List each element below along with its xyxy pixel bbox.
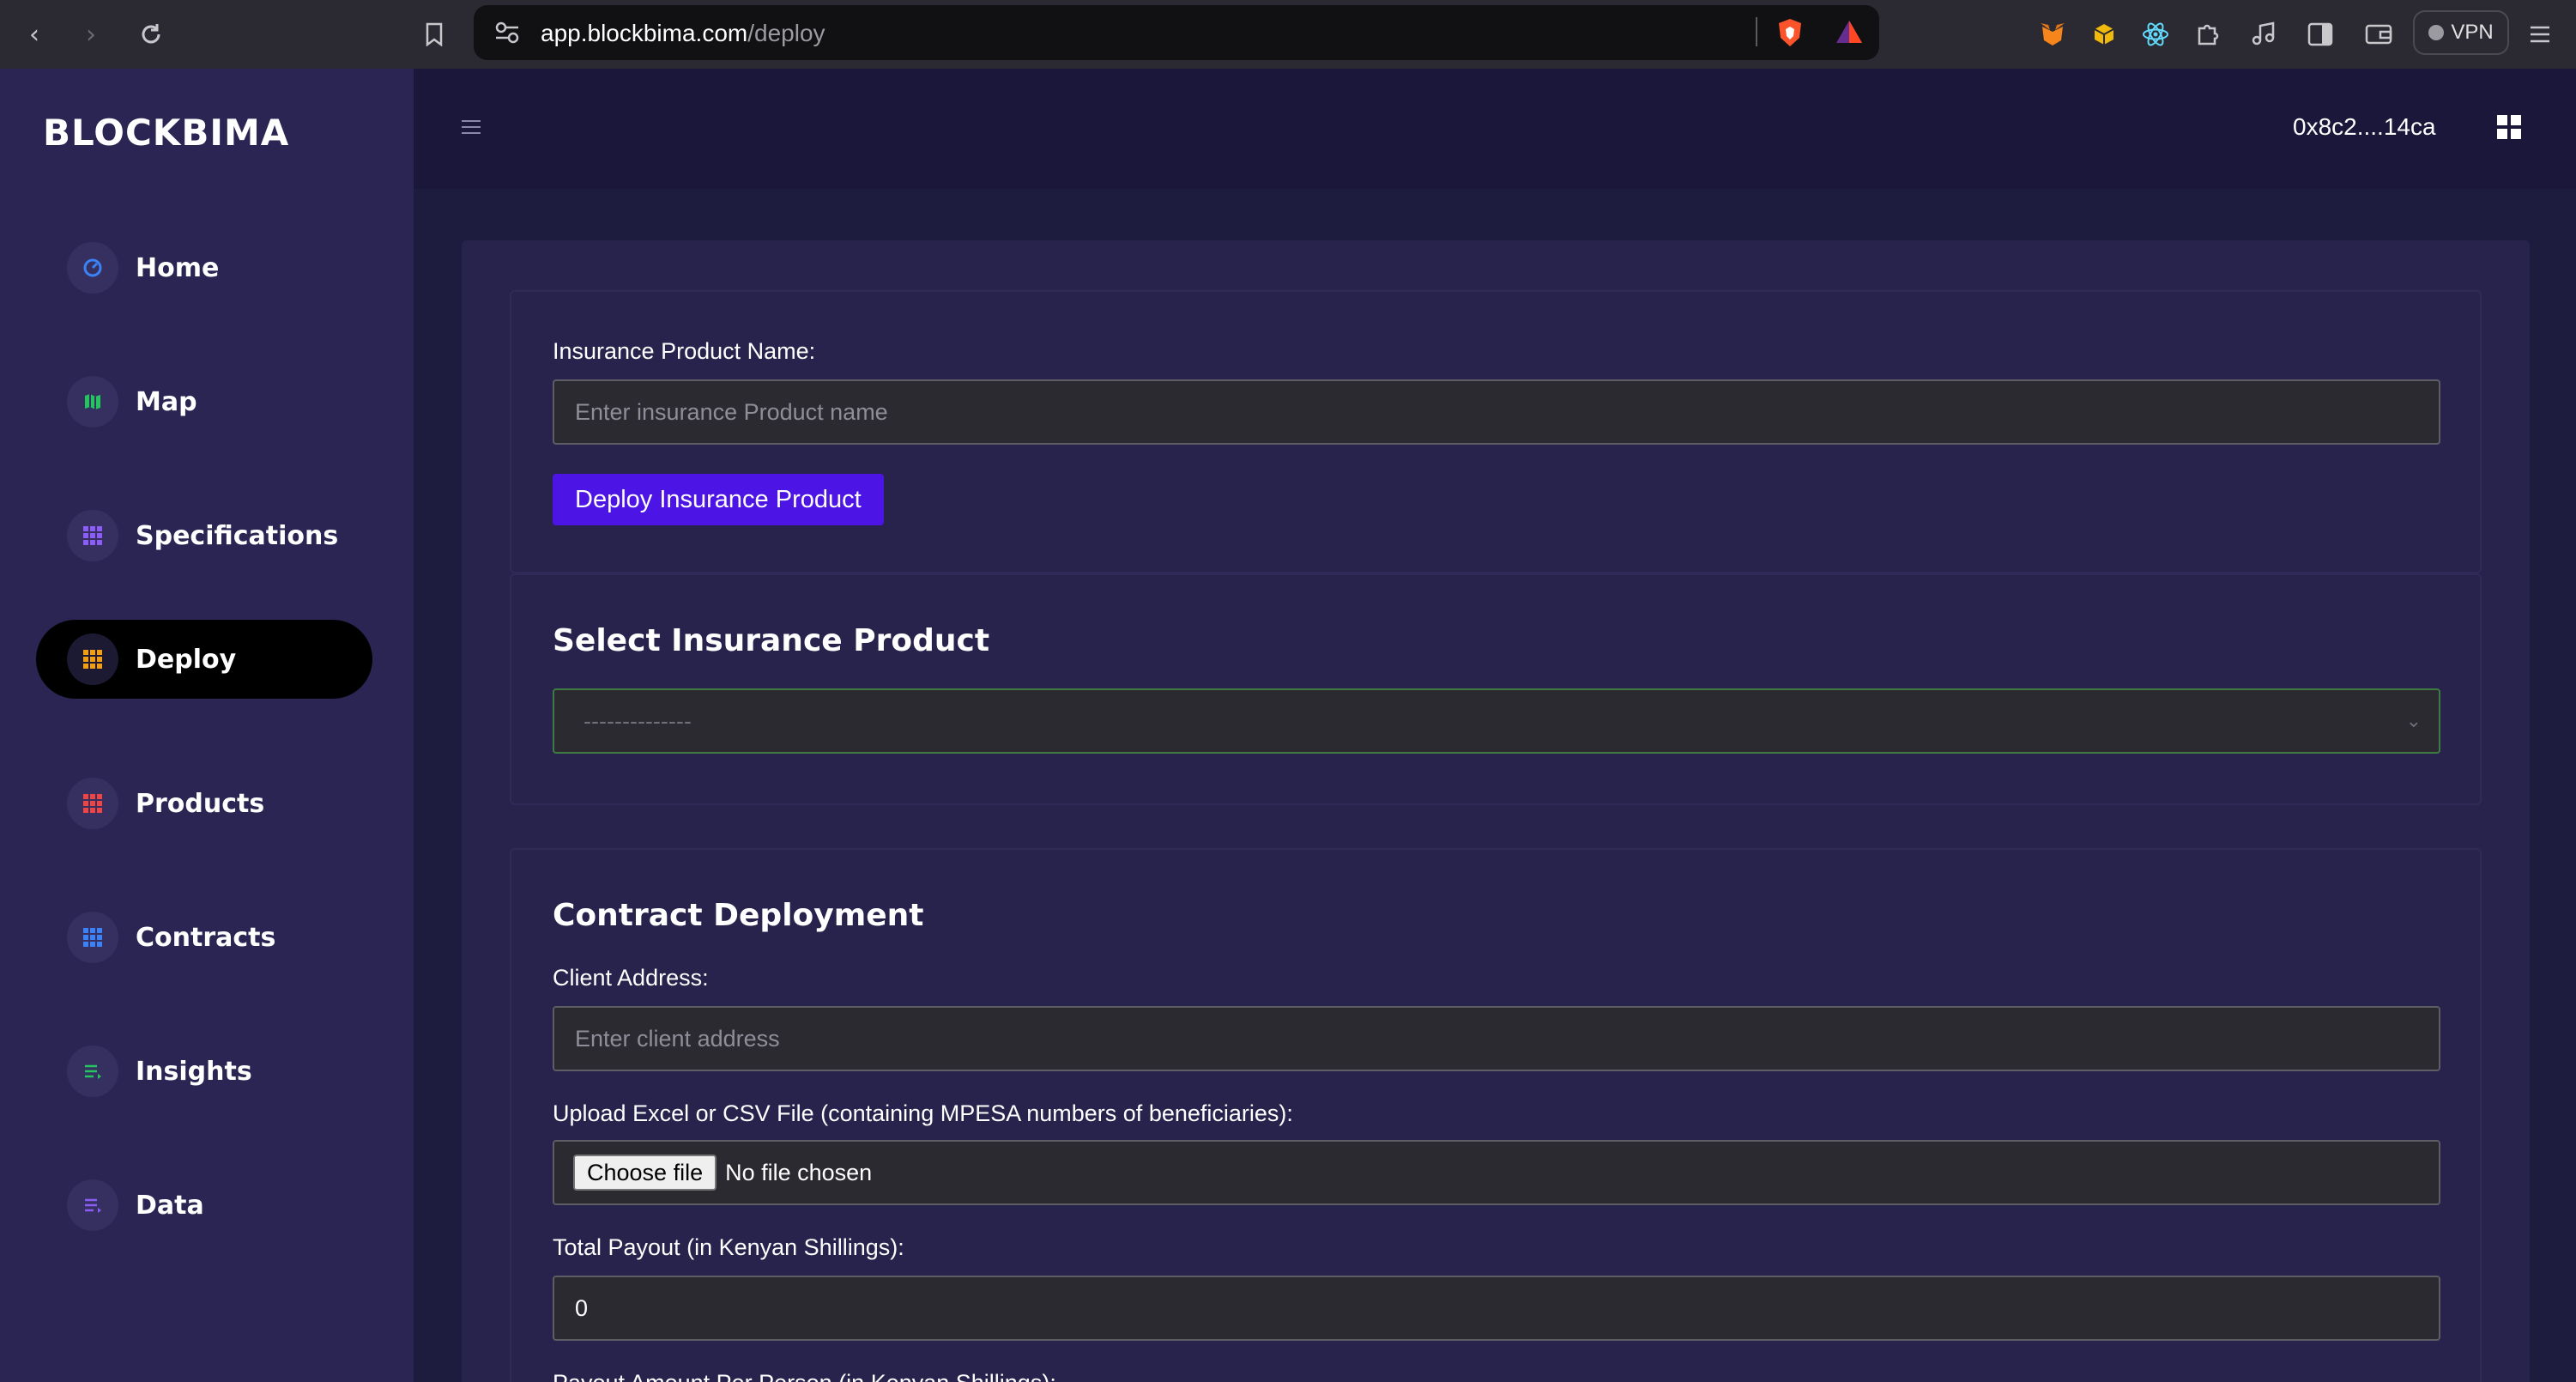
menu-icon[interactable] (2525, 19, 2555, 50)
sidebar-item-label: Contracts (136, 922, 276, 953)
sidebar-item-label: Deploy (136, 644, 237, 675)
upload-file-label: Upload Excel or CSV File (containing MPE… (553, 1100, 1293, 1126)
main-content: Insurance Product Name: Enter insurance … (414, 189, 2576, 1382)
sidebar-item-label: Specifications (136, 520, 339, 551)
sidebar: BLOCKBIMA Home Map Specifications Deploy… (0, 69, 414, 1382)
sidebar-toggle-icon[interactable] (2305, 19, 2336, 50)
reload-icon[interactable] (136, 19, 166, 50)
brave-rewards-icon[interactable] (1835, 19, 1864, 48)
product-name-card: Insurance Product Name: Enter insurance … (510, 290, 2482, 573)
gauge-icon (67, 242, 118, 294)
sidebar-item-specifications[interactable]: Specifications (36, 496, 372, 575)
apps-grid-icon[interactable] (2497, 115, 2521, 139)
total-payout-label: Total Payout (in Kenyan Shillings): (553, 1234, 904, 1260)
payout-per-person-label: Payout Amount Per Person (in Kenyan Shil… (553, 1370, 1056, 1382)
url-host: app.blockbima.com (541, 20, 748, 46)
wallet-icon[interactable] (2363, 19, 2394, 50)
sidebar-item-contracts[interactable]: Contracts (36, 898, 372, 977)
insurance-product-select[interactable]: -------------- ⌄ (553, 688, 2440, 754)
list-icon (67, 1046, 118, 1097)
bookmark-icon[interactable] (419, 19, 450, 50)
vpn-label: VPN (2451, 21, 2494, 44)
list-icon (67, 1179, 118, 1231)
total-payout-input[interactable]: 0 (553, 1276, 2440, 1341)
client-address-input[interactable]: Enter client address (553, 1006, 2440, 1071)
sidebar-item-label: Map (136, 386, 197, 417)
music-icon[interactable] (2248, 19, 2279, 50)
vpn-status-icon (2428, 25, 2445, 40)
sidebar-item-label: Products (136, 788, 265, 819)
sidebar-item-home[interactable]: Home (36, 228, 372, 307)
logo: BLOCKBIMA (43, 112, 290, 154)
brave-shield-icon[interactable] (1776, 17, 1804, 52)
sidebar-item-deploy[interactable]: Deploy (36, 620, 372, 699)
cube-extension-icon[interactable] (2089, 19, 2119, 50)
deploy-insurance-product-button[interactable]: Deploy Insurance Product (553, 474, 884, 525)
table-icon (67, 633, 118, 685)
app-header: 0x8c2....14ca (414, 69, 2576, 189)
client-address-label: Client Address: (553, 965, 709, 991)
table-icon (67, 510, 118, 561)
product-name-input[interactable]: Enter insurance Product name (553, 379, 2440, 445)
chevron-down-icon: ⌄ (2405, 710, 2422, 731)
vpn-button[interactable]: VPN (2413, 10, 2509, 55)
metamask-icon[interactable] (2037, 19, 2068, 50)
product-name-label: Insurance Product Name: (553, 338, 816, 364)
site-settings-icon[interactable] (494, 21, 520, 48)
map-icon (67, 376, 118, 427)
sidebar-item-map[interactable]: Map (36, 362, 372, 441)
browser-toolbar: ‹ › app.blockbima.com/deploy VPN (0, 0, 2576, 69)
divider (1756, 17, 1757, 46)
select-product-card: Select Insurance Product -------------- … (510, 573, 2482, 805)
wallet-address[interactable]: 0x8c2....14ca (2293, 113, 2436, 141)
url-path: /deploy (747, 20, 825, 46)
back-icon[interactable]: ‹ (19, 19, 50, 50)
sidebar-item-label: Insights (136, 1056, 252, 1087)
choose-file-button[interactable]: Choose file (573, 1155, 717, 1191)
extensions-puzzle-icon[interactable] (2193, 19, 2224, 50)
contract-deployment-heading: Contract Deployment (553, 898, 924, 933)
deploy-panel: Insurance Product Name: Enter insurance … (462, 240, 2530, 1382)
url-text: app.blockbima.com/deploy (541, 20, 825, 47)
sidebar-item-products[interactable]: Products (36, 764, 372, 843)
table-icon (67, 912, 118, 963)
file-status: No file chosen (725, 1159, 873, 1185)
address-bar[interactable]: app.blockbima.com/deploy (474, 5, 1879, 60)
beneficiaries-file-input[interactable]: Choose file No file chosen (553, 1140, 2440, 1205)
hamburger-menu-icon[interactable] (462, 120, 481, 134)
sidebar-item-label: Home (136, 252, 220, 283)
forward-icon[interactable]: › (76, 19, 106, 50)
table-icon (67, 778, 118, 829)
select-value: -------------- (584, 708, 692, 734)
select-product-heading: Select Insurance Product (553, 623, 990, 658)
contract-deployment-card: Contract Deployment Client Address: Ente… (510, 848, 2482, 1382)
sidebar-item-insights[interactable]: Insights (36, 1032, 372, 1111)
sidebar-item-data[interactable]: Data (36, 1166, 372, 1245)
react-devtools-icon[interactable] (2140, 19, 2171, 50)
sidebar-item-label: Data (136, 1190, 204, 1221)
